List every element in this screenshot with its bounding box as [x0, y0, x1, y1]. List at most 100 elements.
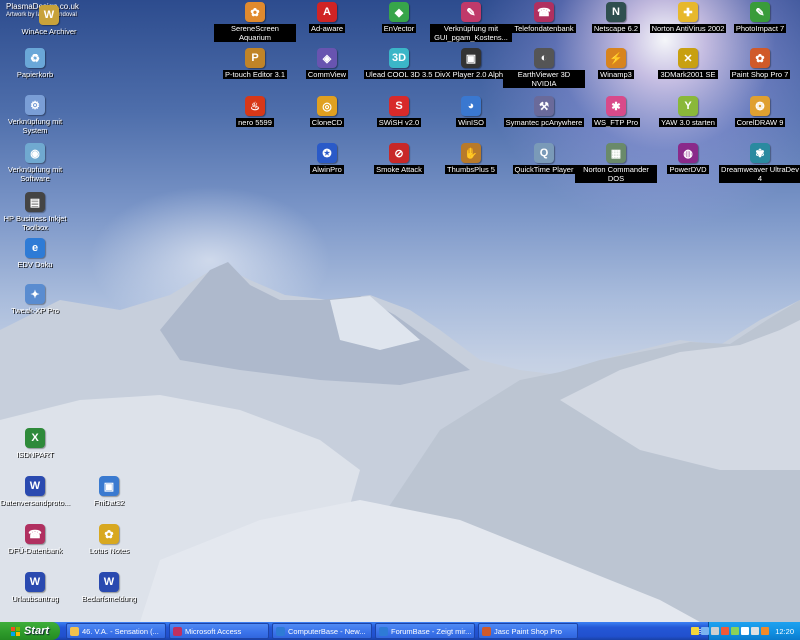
desktop-icon-isdnpart[interactable]: X ISDNPART — [0, 428, 76, 459]
desktop-icon-dreamweaver[interactable]: ✾ Dreamweaver UltraDev 4 — [719, 143, 800, 183]
desktop-icon-label: Verknüpfung mit GUI_pgam_Kostens... — [430, 24, 512, 42]
desktop-icon-ulead[interactable]: 3D Ulead COOL 3D 3.5 — [358, 48, 440, 79]
desktop-icon-verk-gui[interactable]: ✎ Verknüpfung mit GUI_pgam_Kostens... — [430, 2, 512, 42]
tray-icon[interactable] — [701, 627, 710, 635]
desktop-icon-telefon[interactable]: ☎ Telefondatenbank — [503, 2, 585, 33]
word-file-icon: W — [25, 476, 45, 496]
desktop-icon-hp[interactable]: ▤ HP Business Inkjet Toolbox — [0, 192, 76, 232]
access-file-icon: ☎ — [25, 524, 45, 544]
gui-shortcut-icon: ✎ — [461, 2, 481, 22]
desktop-icon-fnidat[interactable]: ▣ FniDat32 — [68, 476, 150, 507]
desktop-icon-dfu[interactable]: ☎ DFÜ-Datenbank — [0, 524, 76, 555]
desktop-icon-winamp[interactable]: ⚡ Winamp3 — [575, 48, 657, 79]
desktop-icon-powerdvd[interactable]: ◍ PowerDVD — [647, 143, 729, 174]
desktop-icon-clonecd[interactable]: ◎ CloneCD — [286, 96, 368, 127]
desktop-icon-ptouch[interactable]: P P-touch Editor 3.1 — [214, 48, 296, 79]
task-app-icon — [482, 626, 491, 636]
aquarium-icon: ✿ — [245, 2, 265, 22]
desktop-icon-winace[interactable]: W WinAce Archiver — [8, 5, 90, 36]
desktop-icon-label: DFÜ-Datenbank — [7, 546, 63, 555]
database-icon: ☎ — [534, 2, 554, 22]
desktop-icon-thumbsplus[interactable]: ✋ ThumbsPlus 5 — [430, 143, 512, 174]
thumbsplus-icon: ✋ — [461, 143, 481, 163]
desktop-icon-tweak[interactable]: ✦ Tweak-XP Pro — [0, 284, 76, 315]
tray-icon[interactable] — [741, 627, 750, 635]
desktop-icon-label: Tweak-XP Pro — [11, 306, 59, 315]
desktop-icon-pcanywhere[interactable]: ⚒ Symantec pcAnywhere — [503, 96, 585, 127]
desktop-icon-serene[interactable]: ✿ SereneScreen Aquarium — [214, 2, 296, 42]
tray-icon[interactable] — [691, 627, 700, 635]
desktop-icon-label: ISDNPART — [16, 450, 54, 459]
desktop-icon-label: FniDat32 — [93, 498, 125, 507]
desktop-icon-envector[interactable]: ◆ EnVector — [358, 2, 440, 33]
desktop-icon-norton-cmd[interactable]: ▦ Norton Commander DOS — [575, 143, 657, 183]
dreamweaver-icon: ✾ — [750, 143, 770, 163]
desktop-icon-papierkorb[interactable]: ♻ Papierkorb — [0, 48, 76, 79]
desktop-icon-label: Urlaubsantrag — [11, 594, 59, 603]
desktop-icon-earth[interactable]: ◐ EarthViewer 3D NVIDIA — [503, 48, 585, 88]
task-label: 46. V.A. - Sensation (... — [82, 626, 159, 636]
desktop-icon-verk-software[interactable]: ◉ Verknüpfung mit Software — [0, 143, 76, 183]
tray-icon[interactable] — [751, 627, 760, 635]
desktop-icon-smoke[interactable]: ⊘ Smoke Attack — [358, 143, 440, 174]
desktop-icon-divx[interactable]: ▣ DivX Player 2.0 Alpha — [430, 48, 512, 79]
desktop-icon-swish[interactable]: S SWiSH v2.0 — [358, 96, 440, 127]
norton-antivirus-icon: ✚ — [678, 2, 698, 22]
internet-explorer-icon: e — [25, 238, 45, 258]
tweak-xp-icon: ✦ — [25, 284, 45, 304]
clock[interactable]: 12:20 — [775, 627, 794, 636]
desktop-icon-psp7[interactable]: ✿ Paint Shop Pro 7 — [719, 48, 800, 79]
desktop-icon-label: ThumbsPlus 5 — [445, 165, 497, 174]
winace-icon: W — [39, 5, 59, 25]
tray-icon[interactable] — [711, 627, 720, 635]
taskbar-task-button[interactable]: ComputerBase - New... — [272, 623, 372, 639]
taskbar-task-button[interactable]: Microsoft Access — [169, 623, 269, 639]
norton-commander-icon: ▦ — [606, 143, 626, 163]
desktop-icon-adaware[interactable]: A Ad-aware — [286, 2, 368, 33]
desktop-icon-coreldraw[interactable]: ❂ CorelDRAW 9 — [719, 96, 800, 127]
desktop-icon-label: CloneCD — [309, 118, 345, 127]
desktop-icon-label: 3DMark2001 SE — [658, 70, 718, 79]
desktop-icon-label: Papierkorb — [16, 70, 54, 79]
tray-icon[interactable] — [721, 627, 730, 635]
desktop-icon-label: Netscape 6.2 — [591, 24, 641, 33]
taskbar-task-button[interactable]: Jasc Paint Shop Pro — [478, 623, 578, 639]
taskbar-task-button[interactable]: 46. V.A. - Sensation (... — [66, 623, 166, 639]
task-label: ForumBase - Zeigt mir... — [391, 626, 472, 636]
desktop-icon-lotus[interactable]: ✿ Lotus Notes — [68, 524, 150, 555]
start-button[interactable]: Start — [0, 622, 60, 640]
desktop-icon-label: Paint Shop Pro 7 — [729, 70, 791, 79]
tray-icon[interactable] — [761, 627, 770, 635]
desktop[interactable]: PlasmaDesign.co.uk Artwork by Ian O'Sand… — [0, 0, 800, 622]
desktop-icon-winiso[interactable]: ◕ WinISO — [430, 96, 512, 127]
winiso-icon: ◕ — [461, 96, 481, 116]
desktop-icon-label: PhotoImpact 7 — [733, 24, 787, 33]
ptouch-icon: P — [245, 48, 265, 68]
desktop-icon-nero[interactable]: ♨ nero 5599 — [214, 96, 296, 127]
desktop-icon-norton-av[interactable]: ✚ Norton AntiVirus 2002 — [647, 2, 729, 33]
desktop-icon-label: AlwinPro — [310, 165, 344, 174]
desktop-icon-label: HP Business Inkjet Toolbox — [3, 214, 67, 232]
taskbar-task-button[interactable]: ForumBase - Zeigt mir... — [375, 623, 475, 639]
powerdvd-icon: ◍ — [678, 143, 698, 163]
desktop-icon-yaw[interactable]: Y YAW 3.0 starten — [647, 96, 729, 127]
desktop-icon-label: CommView — [305, 70, 349, 79]
desktop-icon-label: Bedarfsmeldung — [81, 594, 137, 603]
tray-icon[interactable] — [731, 627, 740, 635]
desktop-icon-alwinpro[interactable]: ✪ AlwinPro — [286, 143, 368, 174]
desktop-icon-quicktime[interactable]: Q QuickTime Player — [503, 143, 585, 174]
desktop-icon-netscape[interactable]: N Netscape 6.2 — [575, 2, 657, 33]
desktop-icon-verk-system[interactable]: ⚙ Verknüpfung mit System — [0, 95, 76, 135]
desktop-icon-photoimpact[interactable]: ✎ PhotoImpact 7 — [719, 2, 800, 33]
desktop-icon-wsftp[interactable]: ✱ WS_FTP Pro — [575, 96, 657, 127]
desktop-icon-3dmark[interactable]: ✕ 3DMark2001 SE — [647, 48, 729, 79]
desktop-icon-urlaub[interactable]: W Urlaubsantrag — [0, 572, 76, 603]
recycle-bin-icon: ♻ — [25, 48, 45, 68]
desktop-icon-bedarf[interactable]: W Bedarfsmeldung — [68, 572, 150, 603]
desktop-icon-commview[interactable]: ◈ CommView — [286, 48, 368, 79]
desktop-icon-datenversand[interactable]: W Datenversandproto... — [0, 476, 76, 507]
ws-ftp-icon: ✱ — [606, 96, 626, 116]
taskbar: Start 46. V.A. - Sensation (... Microsoft… — [0, 622, 800, 640]
desktop-icon-edv[interactable]: e EDV Doku — [0, 238, 76, 269]
desktop-icon-label: Lotus Notes — [88, 546, 130, 555]
